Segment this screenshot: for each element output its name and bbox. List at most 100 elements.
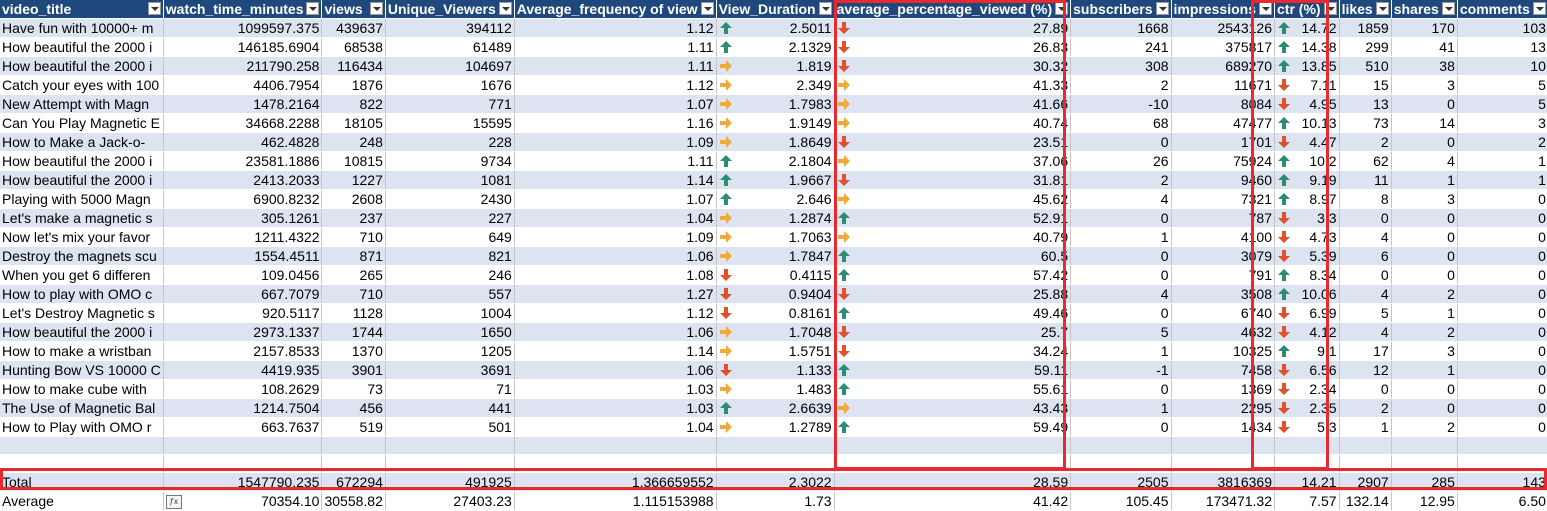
filter-dropdown-icon[interactable]: [1375, 2, 1389, 15]
cell-video-title[interactable]: How to make cube with: [0, 379, 164, 399]
cell-avg-pct-viewed[interactable]: 31.81: [834, 170, 1072, 190]
cell-view-duration[interactable]: 1.8649: [716, 132, 835, 152]
empty-cell[interactable]: [1339, 454, 1392, 473]
cell-view-duration[interactable]: 0.8161: [716, 303, 835, 323]
empty-cell[interactable]: [163, 454, 323, 473]
cell-subscribers[interactable]: 5: [1070, 322, 1172, 342]
cell-impressions[interactable]: 6740: [1171, 303, 1276, 323]
cell-avg-pct-viewed[interactable]: 60.5: [834, 246, 1072, 266]
empty-cell[interactable]: [1457, 454, 1547, 473]
cell-comments[interactable]: 5: [1457, 75, 1547, 95]
cell-unique-viewers[interactable]: 3691: [385, 360, 515, 380]
cell-comments[interactable]: 10: [1457, 56, 1547, 76]
cell-comments[interactable]: 0: [1457, 265, 1547, 285]
cell-watch-time[interactable]: 4406.7954: [163, 75, 323, 95]
cell-avg-pct-viewed[interactable]: 45.62: [834, 189, 1072, 209]
cell-impressions[interactable]: 11671: [1171, 75, 1276, 95]
cell-views[interactable]: 3901: [321, 360, 386, 380]
cell-avg-frequency[interactable]: 1.07: [514, 189, 717, 209]
cell-subscribers[interactable]: 0: [1070, 379, 1172, 399]
total-watch-time[interactable]: 1547790.235: [163, 472, 323, 492]
cell-views[interactable]: 1876: [321, 75, 386, 95]
cell-comments[interactable]: 0: [1457, 322, 1547, 342]
cell-impressions[interactable]: 7458: [1171, 360, 1276, 380]
cell-ctr[interactable]: 13.85: [1274, 56, 1340, 76]
cell-avg-frequency[interactable]: 1.27: [514, 284, 717, 304]
cell-impressions[interactable]: 1701: [1171, 132, 1276, 152]
empty-cell[interactable]: [716, 454, 835, 473]
cell-views[interactable]: 519: [321, 417, 386, 437]
cell-unique-viewers[interactable]: 61489: [385, 37, 515, 57]
cell-ctr[interactable]: 8.97: [1274, 189, 1340, 209]
cell-avg-pct-viewed[interactable]: 37.06: [834, 151, 1072, 171]
cell-watch-time[interactable]: 34668.2288: [163, 113, 323, 133]
column-header[interactable]: comments: [1457, 0, 1547, 19]
cell-comments[interactable]: 0: [1457, 303, 1547, 323]
cell-avg-frequency[interactable]: 1.09: [514, 132, 717, 152]
cell-view-duration[interactable]: 1.7983: [716, 94, 835, 114]
cell-unique-viewers[interactable]: 1650: [385, 322, 515, 342]
cell-avg-pct-viewed[interactable]: 23.51: [834, 132, 1072, 152]
cell-watch-time[interactable]: 1214.7504: [163, 398, 323, 418]
cell-ctr[interactable]: 7.11: [1274, 75, 1340, 95]
filter-dropdown-icon[interactable]: [700, 2, 714, 15]
cell-likes[interactable]: 73: [1339, 113, 1392, 133]
column-header[interactable]: ctr (%): [1274, 0, 1340, 19]
cell-avg-frequency[interactable]: 1.06: [514, 322, 717, 342]
empty-cell[interactable]: [1171, 436, 1276, 455]
empty-cell[interactable]: [834, 436, 1072, 455]
cell-view-duration[interactable]: 1.7847: [716, 246, 835, 266]
cell-video-title[interactable]: Let's Destroy Magnetic s: [0, 303, 164, 323]
cell-subscribers[interactable]: 4: [1070, 189, 1172, 209]
cell-video-title[interactable]: The Use of Magnetic Bal: [0, 398, 164, 418]
average-video-title[interactable]: Average: [0, 491, 164, 511]
cell-avg-pct-viewed[interactable]: 41.66: [834, 94, 1072, 114]
cell-likes[interactable]: 4: [1339, 322, 1392, 342]
cell-avg-pct-viewed[interactable]: 34.24: [834, 341, 1072, 361]
cell-ctr[interactable]: 5.3: [1274, 417, 1340, 437]
total-video-title[interactable]: Total: [0, 472, 164, 492]
cell-shares[interactable]: 1: [1391, 170, 1458, 190]
cell-avg-frequency[interactable]: 1.14: [514, 170, 717, 190]
cell-avg-frequency[interactable]: 1.04: [514, 208, 717, 228]
total-impressions[interactable]: 3816369: [1171, 472, 1276, 492]
cell-video-title[interactable]: Catch your eyes with 100: [0, 75, 164, 95]
cell-likes[interactable]: 510: [1339, 56, 1392, 76]
cell-subscribers[interactable]: 1: [1070, 341, 1172, 361]
cell-avg-pct-viewed[interactable]: 57.42: [834, 265, 1072, 285]
cell-watch-time[interactable]: 4419.935: [163, 360, 323, 380]
cell-views[interactable]: 871: [321, 246, 386, 266]
cell-unique-viewers[interactable]: 1004: [385, 303, 515, 323]
cell-ctr[interactable]: 4.95: [1274, 94, 1340, 114]
cell-subscribers[interactable]: 0: [1070, 246, 1172, 266]
cell-shares[interactable]: 0: [1391, 379, 1458, 399]
cell-ctr[interactable]: 10.2: [1274, 151, 1340, 171]
cell-shares[interactable]: 0: [1391, 398, 1458, 418]
cell-video-title[interactable]: How beautiful the 2000 i: [0, 151, 164, 171]
cell-impressions[interactable]: 791: [1171, 265, 1276, 285]
cell-shares[interactable]: 3: [1391, 189, 1458, 209]
empty-cell[interactable]: [1070, 436, 1172, 455]
empty-cell[interactable]: [1457, 436, 1547, 455]
cell-video-title[interactable]: Now let's mix your favor: [0, 227, 164, 247]
column-header[interactable]: views: [321, 0, 386, 19]
average-view-duration[interactable]: 1.73: [716, 491, 835, 511]
cell-view-duration[interactable]: 2.5011: [716, 18, 835, 38]
cell-subscribers[interactable]: 0: [1070, 303, 1172, 323]
cell-avg-pct-viewed[interactable]: 41.33: [834, 75, 1072, 95]
cell-comments[interactable]: 3: [1457, 113, 1547, 133]
cell-subscribers[interactable]: 0: [1070, 417, 1172, 437]
cell-ctr[interactable]: 10.06: [1274, 284, 1340, 304]
cell-likes[interactable]: 13: [1339, 94, 1392, 114]
cell-avg-frequency[interactable]: 1.11: [514, 151, 717, 171]
empty-cell[interactable]: [514, 454, 717, 473]
filter-dropdown-icon[interactable]: [1055, 2, 1069, 15]
cell-shares[interactable]: 0: [1391, 94, 1458, 114]
empty-cell[interactable]: [1274, 454, 1340, 473]
cell-likes[interactable]: 12: [1339, 360, 1392, 380]
average-comments[interactable]: 6.50: [1457, 491, 1547, 511]
cell-video-title[interactable]: Can You Play Magnetic E: [0, 113, 164, 133]
cell-impressions[interactable]: 7321: [1171, 189, 1276, 209]
cell-view-duration[interactable]: 0.9404: [716, 284, 835, 304]
cell-avg-pct-viewed[interactable]: 40.74: [834, 113, 1072, 133]
